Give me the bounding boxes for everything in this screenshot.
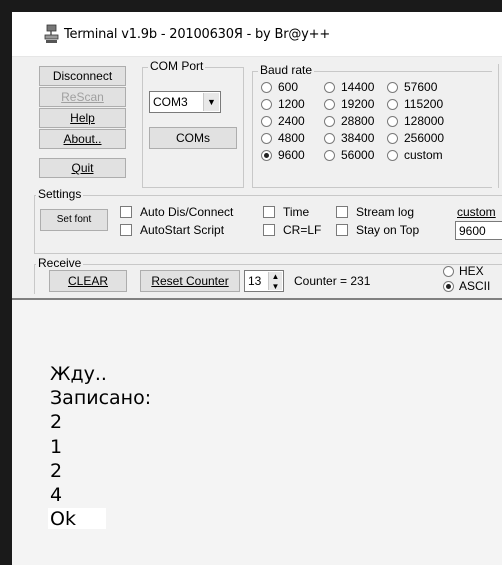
stream-log-checkbox[interactable] [336,206,348,218]
autostart-script-checkbox[interactable] [120,224,132,236]
baud-1200-radio[interactable] [261,99,272,110]
baud-600-label: 600 [278,80,299,94]
output-line: 4 [50,484,63,506]
baud-2400-radio[interactable] [261,116,272,127]
clear-label: CLEAR [67,274,108,288]
custom-baud-input[interactable]: 9600 [455,221,502,240]
terminal-app-icon [44,24,59,43]
time-checkbox[interactable] [263,206,275,218]
next-group-edge [498,64,501,188]
counter-spin-input[interactable]: 13 ▲ ▼ [244,270,284,292]
baud-14400-label: 14400 [341,80,375,94]
output-line: 2 [50,460,63,482]
counter-text: Counter = 231 [294,274,371,288]
baud-28800-radio[interactable] [324,116,335,127]
spin-arrows-icon[interactable]: ▲ ▼ [268,272,282,291]
baud-56000-label: 56000 [341,148,375,162]
terminal-window: Terminal v1.9b - 20100630Я - by Br@y++ D… [12,12,502,565]
baud-38400-label: 38400 [341,131,375,145]
output-line: Записано: [50,387,152,409]
settings-label: Settings [36,187,84,201]
help-button[interactable]: Help [39,108,126,128]
about-button[interactable]: About.. [39,129,126,149]
custom-baud-value: 9600 [459,224,486,238]
receive-output[interactable]: Жду.. Записано: 2 1 2 4 Ok [12,298,502,565]
baud-custom-label: custom [404,148,443,162]
baud-rate-label: Baud rate [258,63,315,77]
coms-button[interactable]: COMs [149,127,237,149]
baud-19200-radio[interactable] [324,99,335,110]
baud-56000-radio[interactable] [324,150,335,161]
baud-9600-radio[interactable] [261,150,272,161]
com-port-value: COM3 [153,95,188,109]
autostart-script-label: AutoStart Script [140,223,225,237]
cr-lf-checkbox[interactable] [263,224,275,236]
reset-counter-button[interactable]: Reset Counter [140,270,240,292]
baud-128000-radio[interactable] [387,116,398,127]
baud-115200-label: 115200 [404,97,444,111]
stay-on-top-label: Stay on Top [356,223,420,237]
hex-radio[interactable] [443,266,454,277]
baud-14400-radio[interactable] [324,82,335,93]
baud-115200-radio[interactable] [387,99,398,110]
chevron-down-icon[interactable]: ▼ [203,93,219,111]
window-title: Terminal v1.9b - 20100630Я - by Br@y++ [64,27,331,42]
auto-dis-connect-checkbox[interactable] [120,206,132,218]
cr-lf-label: CR=LF [283,223,322,237]
baud-57600-label: 57600 [404,80,438,94]
rescan-button[interactable]: ReScan [39,87,126,107]
hex-label: HEX [459,264,484,278]
quit-button[interactable]: Quit [39,158,126,178]
counter-spin-value: 13 [248,274,262,288]
output-line: 1 [50,436,63,458]
disconnect-button[interactable]: Disconnect [39,66,126,86]
title-bar[interactable]: Terminal v1.9b - 20100630Я - by Br@y++ [12,12,502,57]
output-line: 2 [50,411,63,433]
baud-28800-label: 28800 [341,114,375,128]
receive-label: Receive [36,256,84,270]
stream-log-label: Stream log [356,205,415,219]
rescan-label: ReScan [61,90,104,104]
baud-57600-radio[interactable] [387,82,398,93]
help-label: Help [70,111,95,125]
ascii-radio[interactable] [443,281,454,292]
baud-9600-label: 9600 [278,148,305,162]
reset-counter-label: Reset Counter [151,274,229,288]
com-port-select[interactable]: COM3 ▼ [149,91,221,113]
baud-4800-label: 4800 [278,131,305,145]
time-label: Time [283,205,310,219]
baud-256000-label: 256000 [404,131,445,145]
auto-dis-connect-label: Auto Dis/Connect [140,205,234,219]
set-font-button[interactable]: Set font [40,209,108,231]
baud-38400-radio[interactable] [324,133,335,144]
stay-on-top-checkbox[interactable] [336,224,348,236]
about-label: About.. [63,132,102,146]
output-line: Жду.. [50,363,107,385]
baud-256000-radio[interactable] [387,133,398,144]
output-line: Ok [50,508,76,530]
baud-4800-radio[interactable] [261,133,272,144]
baud-128000-label: 128000 [404,114,445,128]
baud-1200-label: 1200 [278,97,305,111]
baud-2400-label: 2400 [278,114,305,128]
clear-button[interactable]: CLEAR [49,270,127,292]
custom-baud-link[interactable]: custom [457,205,496,219]
baud-600-radio[interactable] [261,82,272,93]
ascii-label: ASCII [459,279,491,293]
com-port-label: COM Port [148,59,206,73]
baud-custom-radio[interactable] [387,150,398,161]
baud-19200-label: 19200 [341,97,375,111]
quit-label: Quit [71,161,94,175]
